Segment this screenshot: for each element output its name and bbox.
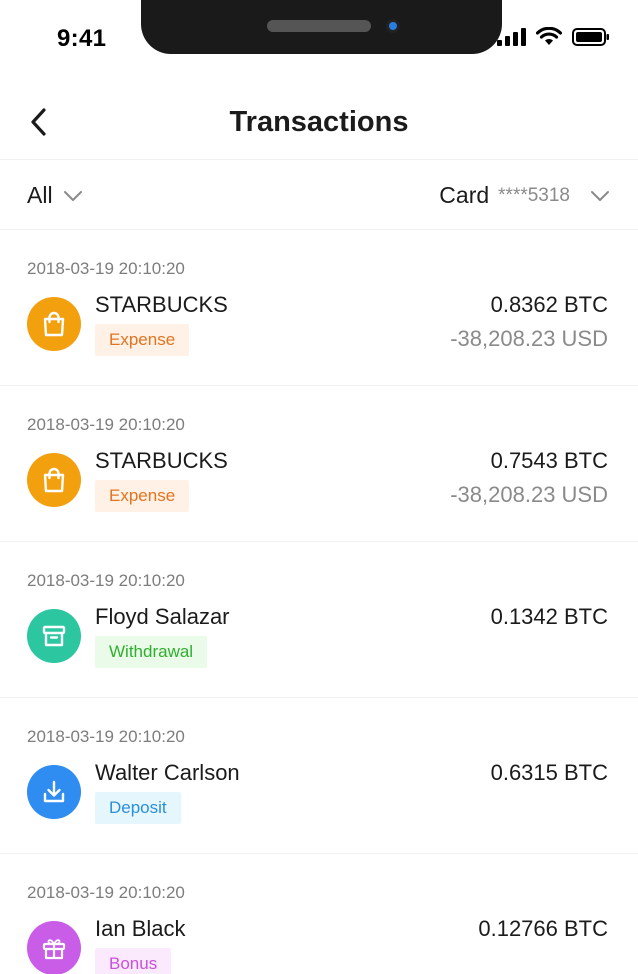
transaction-row[interactable]: 2018-03-19 20:10:20 Walter Carlson Depos…: [0, 698, 638, 854]
card-filter-label: Card: [439, 182, 490, 208]
signal-icon: [497, 28, 526, 46]
system-icons: [496, 27, 610, 47]
transaction-list: 2018-03-19 20:10:20 STARBUCKS Expense 0.…: [0, 230, 638, 974]
speaker-grille: [267, 20, 371, 32]
transaction-row[interactable]: 2018-03-19 20:10:20 Floyd Salazar Withdr…: [0, 542, 638, 698]
merchant-name: Ian Black: [95, 916, 186, 941]
btc-amount: 0.6315 BTC: [490, 760, 608, 785]
category-badge: Bonus: [95, 948, 172, 974]
type-filter-label: All: [27, 182, 53, 208]
transaction-row[interactable]: 2018-03-19 20:10:20 STARBUCKS Expense 0.…: [0, 230, 638, 386]
navigation-bar: Transactions: [0, 88, 638, 160]
filter-bar: All Card ****5318: [0, 160, 638, 230]
merchant-name: Walter Carlson: [95, 760, 240, 785]
usd-amount: -38,208.23 USD: [450, 482, 608, 507]
status-time: 9:41: [57, 25, 107, 52]
chevron-down-icon: [63, 190, 82, 201]
status-bar: 9:41: [0, 0, 638, 70]
shopping-bag-icon: [27, 297, 81, 351]
shopping-bag-icon: [27, 453, 81, 507]
category-badge: Expense: [95, 480, 190, 512]
download-icon: [27, 765, 81, 819]
transaction-date: 2018-03-19 20:10:20: [27, 727, 185, 746]
category-badge: Withdrawal: [95, 636, 208, 668]
usd-amount: -38,208.23 USD: [450, 326, 608, 351]
btc-amount: 0.1342 BTC: [490, 604, 608, 629]
merchant-name: Floyd Salazar: [95, 604, 230, 629]
btc-amount: 0.8362 BTC: [490, 292, 608, 317]
transaction-date: 2018-03-19 20:10:20: [27, 883, 185, 902]
transaction-row[interactable]: 2018-03-19 20:10:20 Ian Black Bonus 0.12…: [0, 854, 638, 974]
card-masked-number: ****5318: [498, 184, 570, 206]
device-notch: [141, 0, 502, 54]
btc-amount: 0.7543 BTC: [490, 448, 608, 473]
category-badge: Expense: [95, 324, 190, 356]
btc-amount: 0.12766 BTC: [478, 916, 608, 941]
archive-box-icon: [27, 609, 81, 663]
type-filter-dropdown[interactable]: All: [27, 182, 83, 209]
gift-icon: [27, 921, 81, 974]
camera-dot: [386, 19, 400, 33]
page-title: Transactions: [229, 106, 409, 138]
transaction-date: 2018-03-19 20:10:20: [27, 571, 185, 590]
merchant-name: STARBUCKS: [95, 448, 228, 473]
merchant-name: STARBUCKS: [95, 292, 228, 317]
wifi-icon: [536, 27, 562, 45]
chevron-down-icon: [591, 190, 609, 201]
category-badge: Deposit: [95, 792, 181, 824]
transaction-row[interactable]: 2018-03-19 20:10:20 STARBUCKS Expense 0.…: [0, 386, 638, 542]
transaction-date: 2018-03-19 20:10:20: [27, 259, 185, 278]
battery-icon: [572, 28, 609, 46]
card-filter-dropdown[interactable]: Card ****5318: [439, 182, 610, 209]
transaction-date: 2018-03-19 20:10:20: [27, 415, 185, 434]
